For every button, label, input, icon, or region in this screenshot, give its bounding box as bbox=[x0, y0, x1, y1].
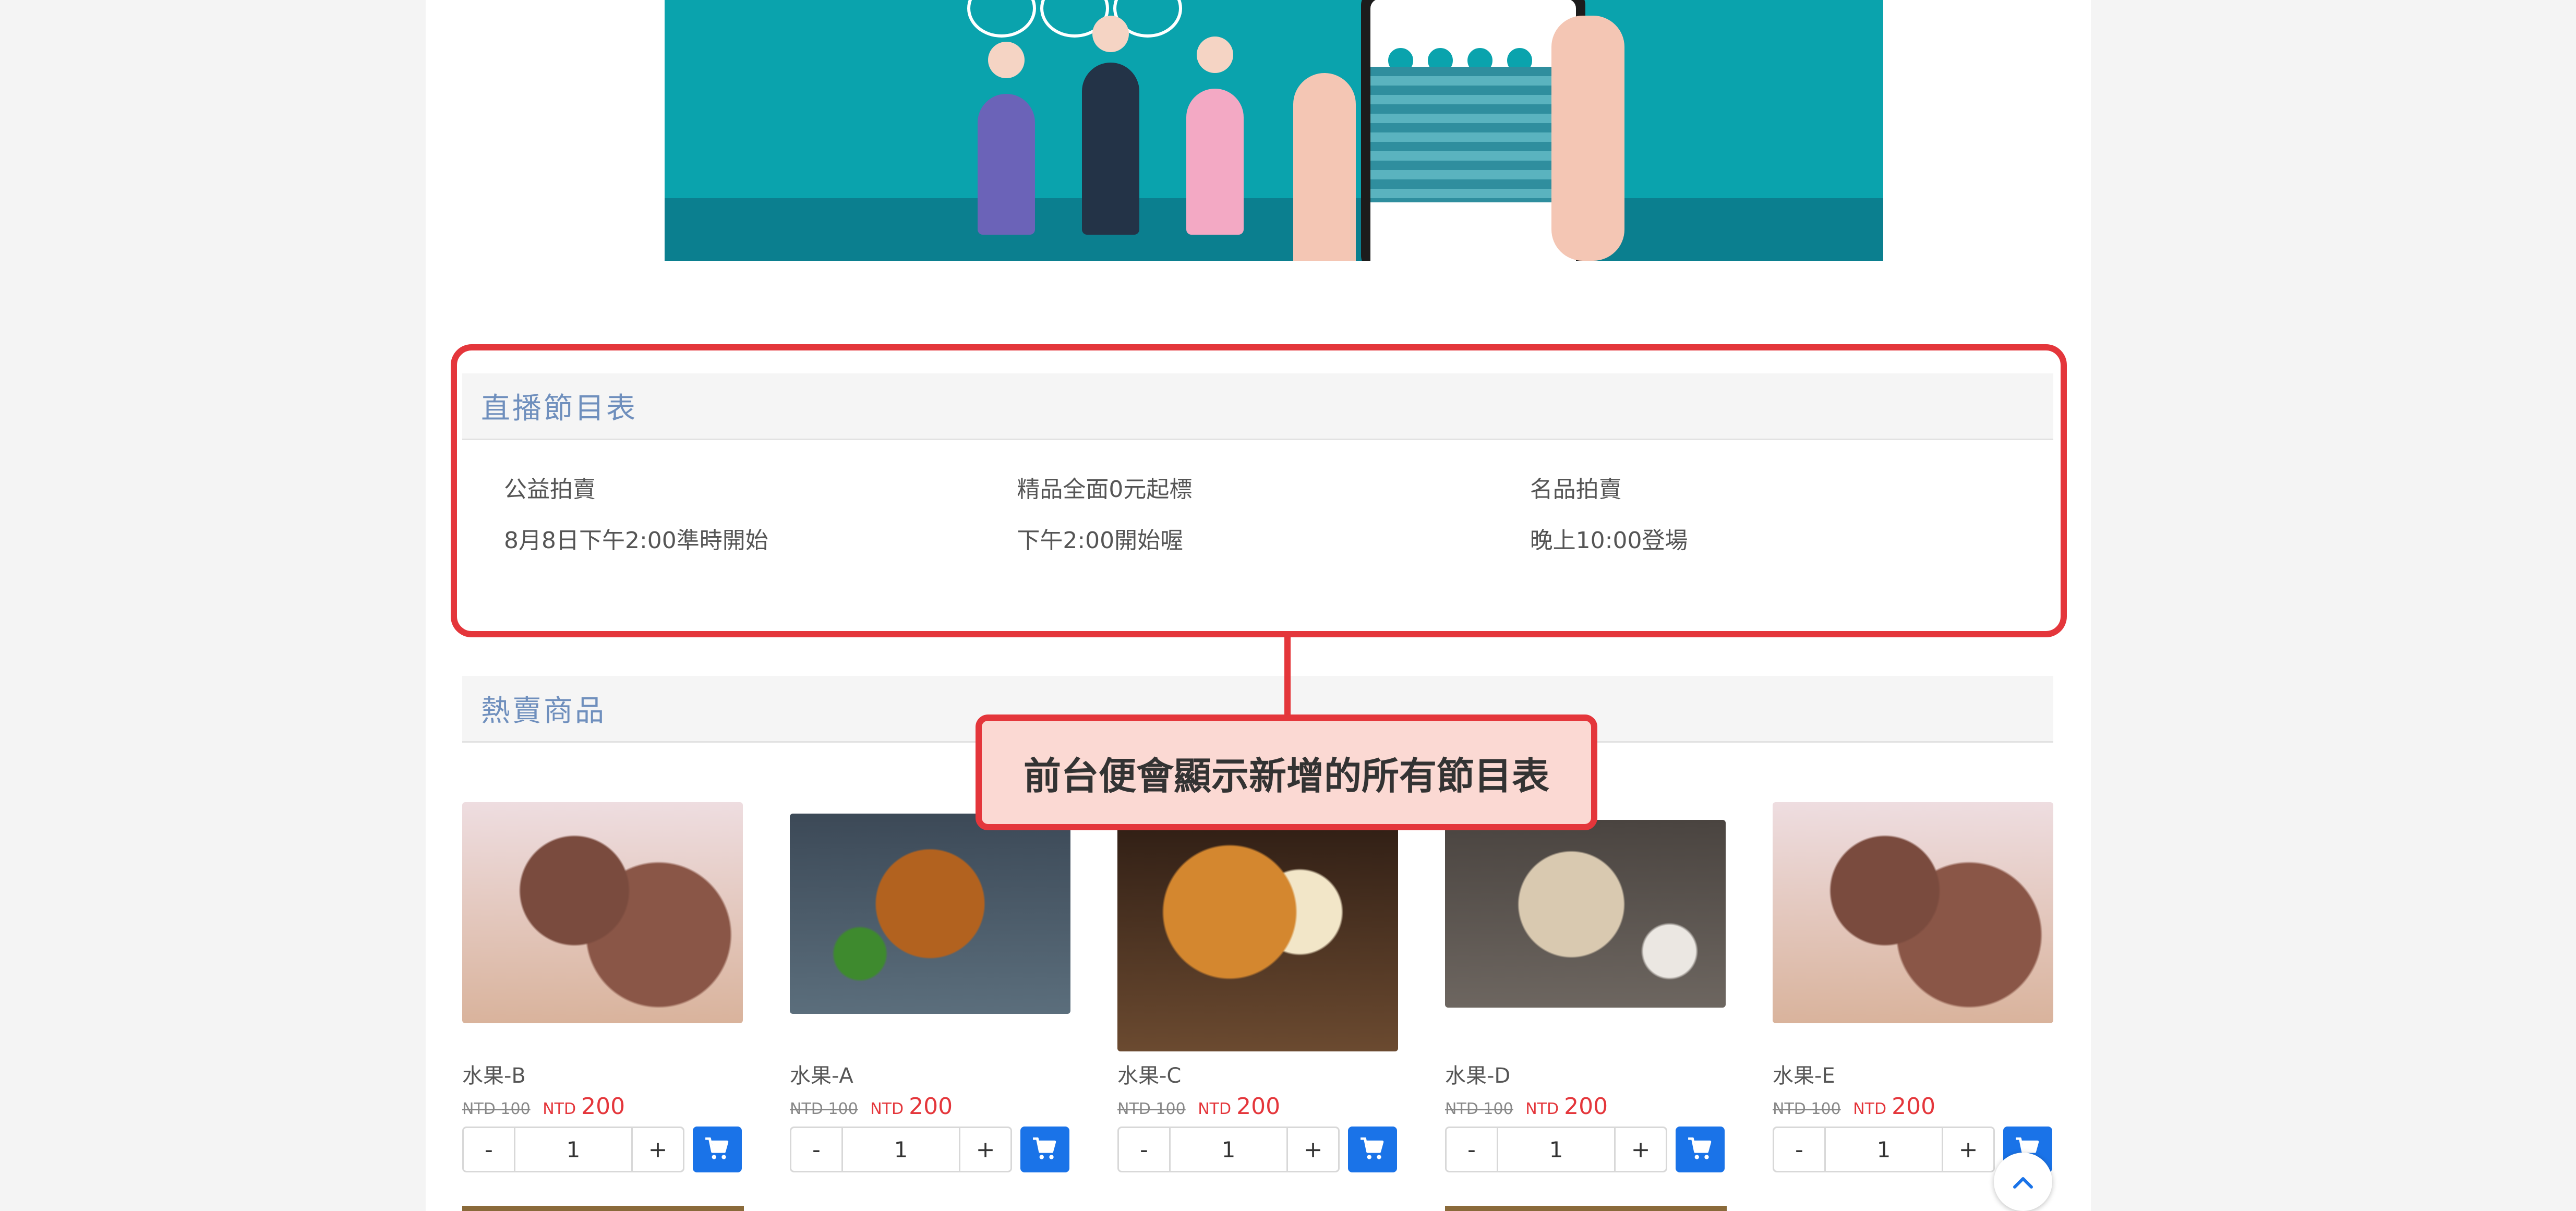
increment-button[interactable]: + bbox=[1943, 1128, 1993, 1171]
product-image[interactable] bbox=[1773, 802, 2053, 1023]
hand-illustration bbox=[1551, 16, 1624, 261]
original-price: NTD 100 bbox=[462, 1100, 531, 1118]
current-price: NTD 200 bbox=[1525, 1093, 1608, 1120]
decrement-button[interactable]: - bbox=[1119, 1128, 1169, 1171]
product-image-peek bbox=[1445, 1206, 1727, 1211]
finger-illustration bbox=[1293, 73, 1356, 261]
quantity-stepper: - 1 + bbox=[790, 1127, 1012, 1172]
currency: NTD bbox=[1525, 1100, 1559, 1118]
price-value: 200 bbox=[1892, 1093, 1936, 1120]
chevron-up-icon bbox=[2013, 1177, 2033, 1189]
highlight-outline bbox=[451, 344, 2067, 637]
cart-icon bbox=[1033, 1137, 1056, 1159]
current-price: NTD 200 bbox=[543, 1093, 625, 1120]
currency: NTD bbox=[1198, 1100, 1232, 1118]
original-price: NTD 100 bbox=[1445, 1100, 1513, 1118]
quantity-stepper: - 1 + bbox=[1117, 1127, 1340, 1172]
price-value: 200 bbox=[909, 1093, 953, 1120]
shopper-head bbox=[1197, 37, 1233, 73]
shopper-figure bbox=[1186, 89, 1244, 235]
cart-icon bbox=[705, 1137, 729, 1159]
add-to-cart-button[interactable] bbox=[1020, 1127, 1069, 1172]
cart-icon bbox=[1688, 1137, 1712, 1159]
hero-floor bbox=[665, 198, 1883, 261]
annotation-callout: 前台便會顯示新增的所有節目表 bbox=[976, 715, 1597, 830]
increment-button[interactable]: + bbox=[633, 1128, 683, 1171]
product-name[interactable]: 水果-E bbox=[1773, 1059, 1835, 1089]
quantity-stepper: - 1 + bbox=[1445, 1127, 1667, 1172]
add-to-cart-button[interactable] bbox=[1676, 1127, 1725, 1172]
product-price: NTD 100 NTD 200 bbox=[1117, 1093, 1280, 1120]
quantity-input[interactable]: 1 bbox=[841, 1128, 960, 1171]
shopper-figure bbox=[1082, 63, 1139, 235]
quantity-input[interactable]: 1 bbox=[1497, 1128, 1616, 1171]
add-to-cart-button[interactable] bbox=[1348, 1127, 1397, 1172]
currency: NTD bbox=[1853, 1100, 1887, 1118]
current-price: NTD 200 bbox=[1853, 1093, 1935, 1120]
product-price: NTD 100 NTD 200 bbox=[1445, 1093, 1608, 1120]
decrement-button[interactable]: - bbox=[1447, 1128, 1497, 1171]
quantity-stepper: - 1 + bbox=[462, 1127, 684, 1172]
price-value: 200 bbox=[1236, 1093, 1281, 1120]
hero-banner bbox=[665, 0, 1883, 261]
quantity-input[interactable]: 1 bbox=[514, 1128, 633, 1171]
product-image-peek bbox=[462, 1206, 744, 1211]
product-name[interactable]: 水果-C bbox=[1117, 1059, 1181, 1089]
increment-button[interactable]: + bbox=[1288, 1128, 1338, 1171]
current-price: NTD 200 bbox=[870, 1093, 953, 1120]
product-image[interactable] bbox=[462, 802, 743, 1023]
product-image[interactable] bbox=[1445, 820, 1726, 1008]
hot-products-title: 熱賣商品 bbox=[481, 694, 606, 728]
add-to-cart-button[interactable] bbox=[693, 1127, 742, 1172]
product-name[interactable]: 水果-B bbox=[462, 1059, 526, 1089]
speech-bubble bbox=[967, 0, 1036, 38]
quantity-input[interactable]: 1 bbox=[1824, 1128, 1943, 1171]
current-price: NTD 200 bbox=[1198, 1093, 1280, 1120]
product-image[interactable] bbox=[790, 814, 1070, 1014]
decrement-button[interactable]: - bbox=[464, 1128, 514, 1171]
decrement-button[interactable]: - bbox=[1774, 1128, 1824, 1171]
increment-button[interactable]: + bbox=[1616, 1128, 1666, 1171]
product-name[interactable]: 水果-D bbox=[1445, 1059, 1510, 1089]
product-price: NTD 100 NTD 200 bbox=[1773, 1093, 1935, 1120]
shopper-figure bbox=[978, 94, 1035, 235]
quantity-input[interactable]: 1 bbox=[1169, 1128, 1288, 1171]
currency: NTD bbox=[543, 1100, 576, 1118]
callout-connector bbox=[1284, 637, 1291, 721]
product-image[interactable] bbox=[1117, 798, 1398, 1051]
original-price: NTD 100 bbox=[1773, 1100, 1841, 1118]
cart-icon bbox=[1361, 1137, 1384, 1159]
back-to-top-button[interactable] bbox=[1994, 1153, 2052, 1211]
product-name[interactable]: 水果-A bbox=[790, 1059, 853, 1089]
original-price: NTD 100 bbox=[790, 1100, 858, 1118]
currency: NTD bbox=[870, 1100, 904, 1118]
increment-button[interactable]: + bbox=[960, 1128, 1010, 1171]
shopper-head bbox=[988, 42, 1025, 78]
product-price: NTD 100 NTD 200 bbox=[462, 1093, 625, 1120]
product-price: NTD 100 NTD 200 bbox=[790, 1093, 953, 1120]
quantity-stepper: - 1 + bbox=[1773, 1127, 1995, 1172]
original-price: NTD 100 bbox=[1117, 1100, 1186, 1118]
price-value: 200 bbox=[581, 1093, 625, 1120]
shopper-head bbox=[1092, 16, 1129, 52]
price-value: 200 bbox=[1564, 1093, 1608, 1120]
decrement-button[interactable]: - bbox=[791, 1128, 841, 1171]
